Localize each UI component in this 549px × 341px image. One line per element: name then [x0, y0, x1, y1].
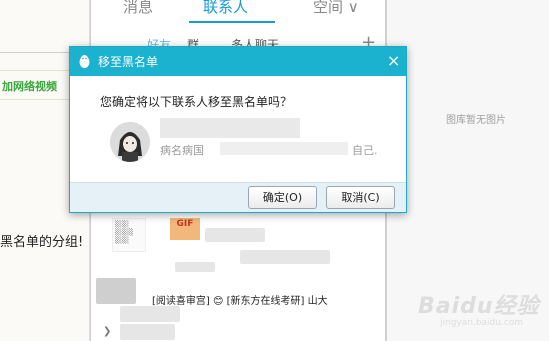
contact-signature-tail: 自己.: [352, 144, 378, 157]
contact-row-text[interactable]: [阅读喜审宫] 😊 [新东方在线考研] 山大: [152, 292, 328, 307]
tab-messages[interactable]: 消息: [123, 0, 153, 17]
qq-penguin-icon: [79, 55, 90, 68]
dialog-titlebar[interactable]: 移至黑名单 ×: [70, 47, 406, 76]
dialog-footer: 确定(O) 取消(C): [70, 182, 406, 212]
contact-signature: 病名病国: [160, 142, 204, 158]
contact-avatar[interactable]: ░░░ ░░░░ ░░░: [112, 218, 146, 252]
ok-button[interactable]: 确定(O): [248, 186, 317, 209]
blurred-contact-signature: [220, 142, 348, 155]
blurred-contact-desc: [240, 250, 330, 264]
blurred-contact-name: [205, 228, 265, 242]
blurred-contact-meta: [175, 262, 215, 272]
baidu-watermark: Baidu经验: [418, 294, 540, 319]
baidu-watermark-url: jingyan.baidu.com: [440, 318, 524, 328]
blurred-contact-name-3: [120, 324, 175, 340]
tab-space[interactable]: 空间 ∨: [313, 0, 359, 17]
add-web-video-link[interactable]: 加网络视频: [2, 78, 57, 94]
chevron-right-icon[interactable]: ❯: [103, 326, 111, 337]
no-image-text: 图库暂无图片: [446, 115, 506, 126]
cancel-button[interactable]: 取消(C): [326, 186, 395, 209]
blurred-contact-name-2: [120, 306, 180, 322]
screen: 加网络视频 黑名单的分组! 图库暂无图片 Baidu经验 jingyan.bai…: [0, 0, 549, 341]
blacklist-dialog: 移至黑名单 × 您确定将以下联系人移至黑名单吗？ 病名病国 自己. 确定(O) …: [69, 46, 407, 213]
gif-badge: GIF: [170, 218, 200, 240]
blurred-contact-avatar: [96, 278, 136, 304]
dialog-title: 移至黑名单: [98, 55, 159, 69]
close-icon[interactable]: ×: [387, 51, 400, 70]
active-tab-indicator: [189, 21, 275, 23]
contact-avatar-image: [110, 122, 150, 162]
dialog-body: 您确定将以下联系人移至黑名单吗？ 病名病国 自己.: [70, 76, 406, 182]
contact-signature-head: 病名病国: [160, 144, 204, 157]
tab-contacts[interactable]: 联系人: [203, 0, 248, 17]
left-blacklist-text: 黑名单的分组!: [0, 235, 84, 250]
dialog-question: 您确定将以下联系人移至黑名单吗？: [100, 95, 293, 109]
blurred-contact-nickname: [160, 118, 300, 138]
qq-tab-bar: 消息 联系人 空间 ∨: [91, 0, 385, 20]
